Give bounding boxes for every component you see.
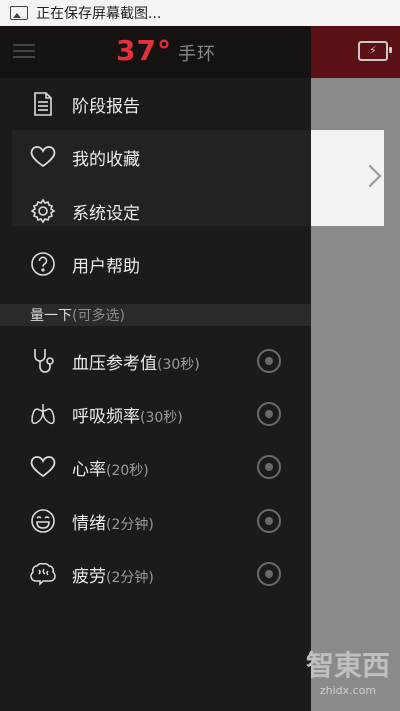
measure-item-label: 疲劳 [72,566,106,587]
menu-item-settings[interactable]: 系统设定 [0,185,311,237]
measure-item-label: 情绪 [72,513,106,534]
document-icon [30,91,56,117]
stethoscope-icon [30,348,56,374]
menu-item-label: 系统设定 [72,203,140,224]
measure-item-blood-pressure[interactable]: 血压参考值(30秒) [0,335,311,387]
measure-section-header: 量一下 (可多选) [0,304,311,326]
menu-item-label: 用户帮助 [72,256,140,277]
menu-icon[interactable] [13,44,35,58]
measure-item-duration: (30秒) [140,409,183,426]
navigation-drawer: 37° 手环 阶段报告 我的收藏 系统设定 用户帮助 量一下 (可多选) 血压参… [0,26,311,711]
logo-mark: 37° [116,34,172,67]
watermark-title: 智東西 [305,649,390,682]
measure-toggle[interactable] [257,509,281,533]
heart-icon [30,454,56,480]
measure-item-fatigue[interactable]: 疲劳(2分钟) [0,548,311,600]
measure-item-duration: (2分钟) [106,516,154,533]
measure-toggle[interactable] [257,349,281,373]
measure-item-duration: (20秒) [106,462,149,479]
brain-icon [30,561,56,587]
image-icon [10,6,28,20]
watermark-url: zhidx.com [319,684,377,697]
help-circle-icon [30,251,56,277]
menu-item-label: 我的收藏 [72,149,140,170]
smiley-icon [30,508,56,534]
measure-item-label: 血压参考值 [72,353,157,374]
section-note: (可多选) [72,308,125,324]
gear-icon [30,198,56,224]
battery-icon[interactable]: ⚡ [358,41,392,61]
menu-item-report[interactable]: 阶段报告 [0,78,311,130]
heart-outline-icon [30,144,56,170]
watermark: 智東西 zhidx.com [306,644,390,697]
status-bar: 正在保存屏幕截图... [0,0,400,26]
measure-item-label: 呼吸频率 [72,406,140,427]
measure-item-label: 心率 [72,459,106,480]
measure-item-duration: (2分钟) [106,569,154,586]
lungs-icon [30,401,56,427]
menu-item-label: 阶段报告 [72,96,140,117]
measure-toggle[interactable] [257,562,281,586]
drawer-header: 37° 手环 [0,26,311,78]
status-notification: 正在保存屏幕截图... [36,6,162,22]
app-logo: 37° 手环 [116,34,216,67]
measure-toggle[interactable] [257,455,281,479]
measure-item-heart-rate[interactable]: 心率(20秒) [0,441,311,493]
menu-item-help[interactable]: 用户帮助 [0,238,311,290]
measure-item-mood[interactable]: 情绪(2分钟) [0,495,311,547]
measure-toggle[interactable] [257,402,281,426]
section-title: 量一下 [30,308,72,324]
measure-item-respiration[interactable]: 呼吸频率(30秒) [0,388,311,440]
menu-item-favorites[interactable]: 我的收藏 [0,131,311,183]
logo-sub: 手环 [177,44,216,65]
measure-item-duration: (30秒) [157,356,200,373]
